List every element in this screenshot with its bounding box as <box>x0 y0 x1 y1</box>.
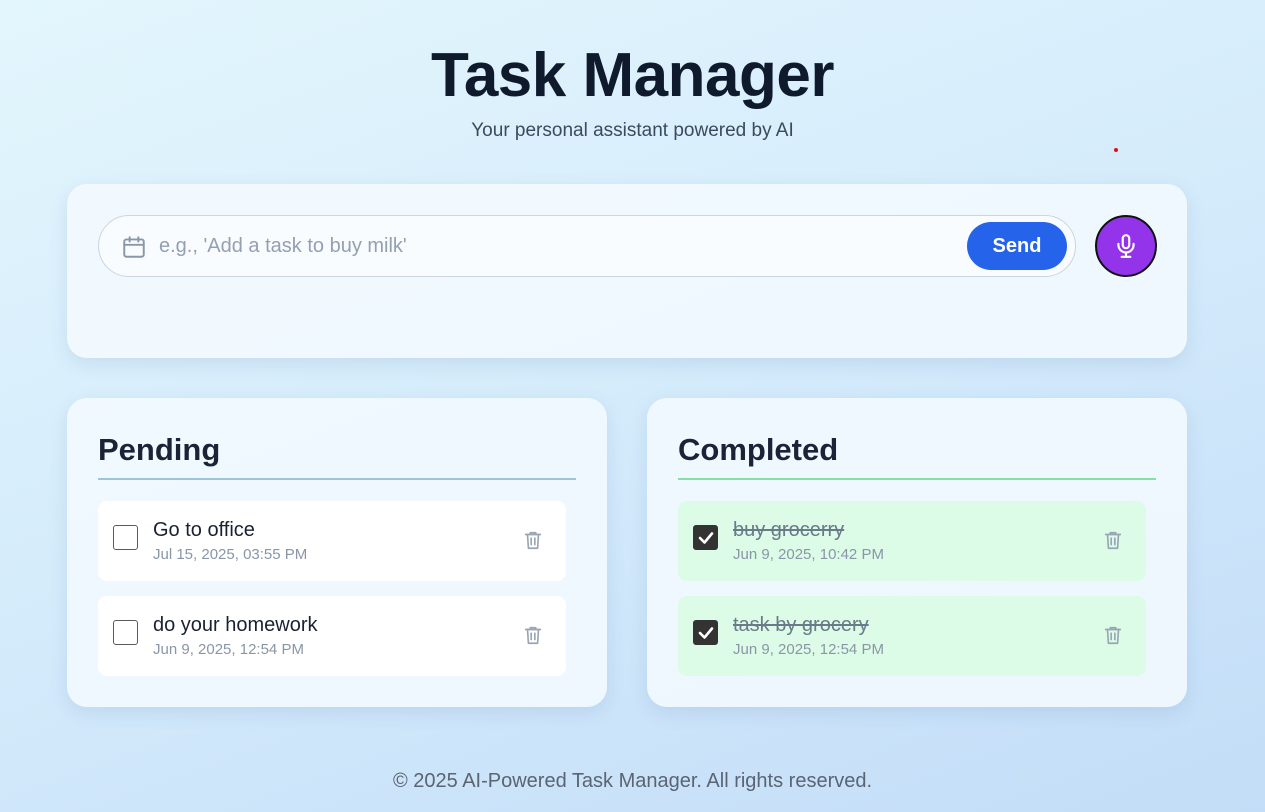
app-header: Task Manager Your personal assistant pow… <box>0 40 1265 142</box>
task-text: do your homework <box>153 614 318 636</box>
completed-title: Completed <box>678 432 839 467</box>
task-checkbox[interactable] <box>113 620 138 645</box>
trash-icon[interactable] <box>522 528 544 552</box>
microphone-button[interactable] <box>1095 215 1157 277</box>
trash-icon[interactable] <box>1102 623 1124 647</box>
task-input[interactable] <box>159 230 959 262</box>
pending-panel: Pending Go to office Jul 15, 2025, 03:55… <box>67 398 607 707</box>
task-checkbox[interactable] <box>693 525 718 550</box>
completed-divider <box>678 478 1156 480</box>
pending-title: Pending <box>98 432 221 467</box>
page-title: Task Manager <box>431 41 834 110</box>
calendar-icon <box>123 236 145 258</box>
task-date: Jun 9, 2025, 10:42 PM <box>733 546 884 563</box>
cursor-dot <box>1114 148 1118 152</box>
task-checkbox[interactable] <box>113 525 138 550</box>
task-item: do your homework Jun 9, 2025, 12:54 PM <box>98 596 566 676</box>
trash-icon[interactable] <box>522 623 544 647</box>
task-item: buy grocerry Jun 9, 2025, 10:42 PM <box>678 501 1146 581</box>
task-text: Go to office <box>153 519 255 541</box>
footer-copyright: © 2025 AI-Powered Task Manager. All righ… <box>392 770 873 792</box>
task-text: task by grocery <box>733 614 869 636</box>
checkmark-icon <box>698 531 713 544</box>
task-checkbox[interactable] <box>693 620 718 645</box>
task-text: buy grocerry <box>733 519 845 541</box>
send-button[interactable]: Send <box>967 222 1067 270</box>
checkmark-icon <box>698 626 713 639</box>
microphone-icon <box>1117 234 1135 258</box>
completed-panel: Completed buy grocerry Jun 9, 2025, 10:4… <box>647 398 1187 707</box>
task-date: Jun 9, 2025, 12:54 PM <box>153 641 304 658</box>
page-subtitle: Your personal assistant powered by AI <box>471 120 794 141</box>
task-input-wrapper: Send <box>98 215 1076 277</box>
task-item: Go to office Jul 15, 2025, 03:55 PM <box>98 501 566 581</box>
pending-divider <box>98 478 576 480</box>
trash-icon[interactable] <box>1102 528 1124 552</box>
task-input-card: Send <box>67 184 1187 358</box>
task-item: task by grocery Jun 9, 2025, 12:54 PM <box>678 596 1146 676</box>
task-date: Jun 9, 2025, 12:54 PM <box>733 641 884 658</box>
task-date: Jul 15, 2025, 03:55 PM <box>153 546 308 563</box>
